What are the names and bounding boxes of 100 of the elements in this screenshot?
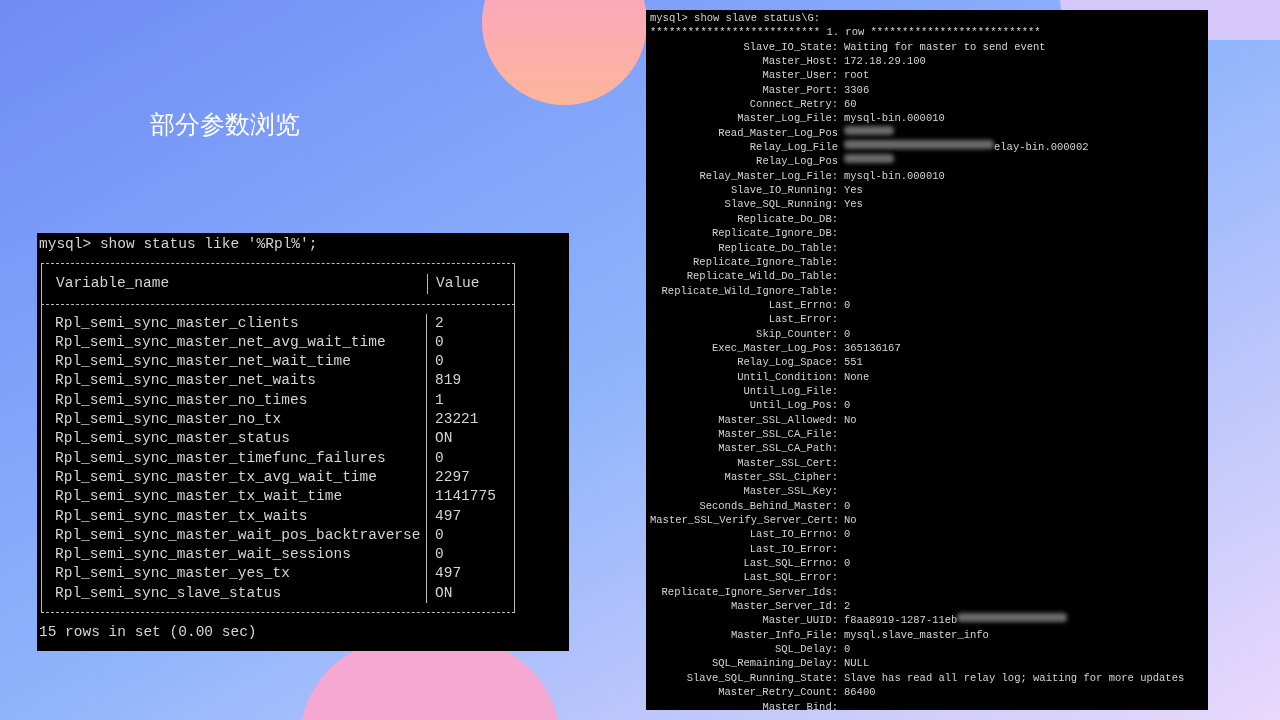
table-cell-text: 0	[434, 448, 444, 468]
command-line: mysql> show slave status\G:	[650, 11, 822, 26]
field-value: 0	[844, 556, 851, 571]
field-value: 2	[844, 599, 851, 614]
field-label: Slave_SQL_Running_State:	[685, 670, 838, 686]
table-cell: Rpl_semi_sync_master_tx_avg_wait_time	[41, 467, 427, 488]
field-label: Master_Retry_Count:	[717, 685, 838, 700]
field-label: Until_Log_File:	[742, 383, 838, 399]
table-cell: Rpl_semi_sync_master_yes_tx	[41, 564, 427, 584]
field-label: Master_Log_File:	[736, 111, 838, 126]
field-label: Replicate_Ignore_DB:	[710, 226, 838, 241]
field-label: Master_SSL_Verify_Server_Cert:	[650, 513, 838, 528]
row-header: *************************** 1. row ***************************	[650, 25, 1042, 40]
table-cell-text: 0	[434, 332, 444, 352]
field-value: 0	[844, 642, 851, 657]
field-value: Waiting for master to send event	[844, 39, 1046, 55]
table-cell: Rpl_semi_sync_master_net_avg_wait_time	[41, 332, 427, 353]
field-label: Seconds_Behind_Master:	[698, 498, 838, 514]
table-cell-text: 0	[434, 525, 444, 545]
table-cell-text: 497	[434, 506, 462, 526]
field-value: 0	[844, 498, 851, 514]
field-value: 365136167	[844, 340, 901, 356]
field-label: Replicate_Do_Table:	[717, 240, 838, 255]
field-label: SQL_Delay:	[774, 642, 838, 657]
field-label: Relay_Log_Space:	[736, 355, 838, 370]
field-value: 86400	[844, 685, 876, 700]
table-cell-text: 23221	[434, 410, 479, 430]
field-label: Master_SSL_CA_Path:	[717, 441, 838, 456]
table-cell-text: 497	[434, 564, 462, 584]
field-label: Read_Master_Log_Pos	[717, 125, 838, 141]
table-cell: Rpl_semi_sync_master_no_times	[41, 390, 427, 411]
field-value: mysql-bin.000010	[844, 168, 945, 184]
field-label: Exec_Master_Log_Pos:	[710, 340, 838, 356]
field-value: Yes	[844, 197, 863, 212]
field-label: Slave_IO_State:	[742, 39, 838, 55]
field-label: Slave_SQL_Running:	[723, 197, 838, 212]
field-label: Skip_Counter:	[755, 326, 838, 341]
field-label: Last_IO_Error:	[748, 541, 838, 557]
table-cell-text: 2	[434, 313, 444, 333]
field-value: Yes	[844, 183, 863, 198]
command-line: mysql> show status like '%Rpl%';	[39, 235, 319, 254]
field-label: Last_Error:	[767, 312, 838, 327]
field-value: No	[844, 513, 857, 528]
field-label: Last_SQL_Error:	[742, 570, 838, 585]
field-label: Connect_Retry:	[748, 97, 838, 112]
field-label: Replicate_Ignore_Table:	[692, 254, 838, 270]
field-label: Replicate_Do_DB:	[736, 211, 838, 227]
table-cell: Rpl_semi_sync_master_net_wait_time	[41, 352, 427, 372]
field-label: Master_SSL_Cert:	[736, 455, 838, 470]
field-label: Replicate_Ignore_Server_Ids:	[660, 584, 838, 600]
field-label: Until_Log_Pos:	[748, 398, 838, 413]
field-value: 0	[844, 398, 851, 413]
field-label: Master_UUID:	[761, 613, 838, 628]
column-header: Value	[435, 274, 480, 294]
field-value: Slave has read all relay log; waiting for more updates	[844, 670, 1185, 686]
table-cell: Rpl_semi_sync_master_wait_sessions	[41, 545, 427, 565]
field-value: 0	[844, 527, 851, 542]
field-label: Slave_IO_Running:	[729, 183, 838, 198]
field-label: Replicate_Wild_Do_Table:	[685, 269, 838, 284]
table-cell: Rpl_semi_sync_master_no_tx	[41, 410, 427, 430]
result-summary: 15 rows in set (0.00 sec)	[39, 623, 258, 643]
blurred-text	[844, 125, 894, 135]
table-cell-text: 2297	[434, 467, 470, 487]
field-label: Master_Port:	[761, 82, 838, 98]
field-label: Master_Host:	[761, 54, 838, 69]
table-cell-text: 0	[434, 545, 444, 565]
table-cell: Rpl_semi_sync_master_clients	[41, 313, 427, 333]
field-value: No	[844, 412, 857, 427]
field-label: Master_SSL_CA_File:	[717, 426, 838, 442]
field-value: mysql-bin.000010	[844, 111, 945, 126]
table-cell: Rpl_semi_sync_master_tx_wait_time	[41, 487, 427, 507]
field-value: 3306	[844, 82, 870, 98]
table-cell: Rpl_semi_sync_master_net_waits	[41, 371, 427, 391]
field-label: Last_SQL_Errno:	[742, 556, 838, 571]
field-value: f8aa8919-1287-11eb	[844, 613, 958, 628]
field-label: Master_SSL_Allowed:	[717, 412, 838, 427]
field-label: Master_User:	[761, 68, 838, 83]
field-label: Relay_Log_Pos	[755, 154, 838, 169]
field-value: NULL	[844, 656, 870, 671]
field-value: 60	[844, 97, 857, 112]
field-label: Relay_Log_File	[748, 140, 838, 155]
table-cell-text: 1141775	[434, 487, 496, 507]
column-header: Variable_name	[42, 274, 428, 294]
table-cell-text: 819	[434, 371, 462, 391]
field-label: SQL_Remaining_Delay:	[710, 656, 838, 671]
field-value: elay-bin.000002	[994, 140, 1089, 155]
slide-title: 部分参数浏览	[150, 109, 300, 140]
field-label: Master_Bind:	[761, 699, 838, 710]
field-label: Master_SSL_Key:	[742, 484, 838, 499]
field-value: 551	[844, 355, 863, 370]
table-cell-text: 0	[434, 352, 444, 372]
field-label: Last_IO_Errno:	[748, 527, 838, 542]
table-cell-text: ON	[434, 583, 453, 603]
table-cell: Rpl_semi_sync_master_status	[41, 429, 427, 449]
field-value: root	[844, 68, 870, 83]
field-label: Master_SSL_Cipher:	[723, 470, 838, 485]
field-label: Master_Server_Id:	[729, 599, 838, 614]
blurred-text	[844, 154, 894, 164]
field-label: Relay_Master_Log_File:	[698, 168, 838, 184]
table-cell-text: ON	[434, 429, 453, 449]
